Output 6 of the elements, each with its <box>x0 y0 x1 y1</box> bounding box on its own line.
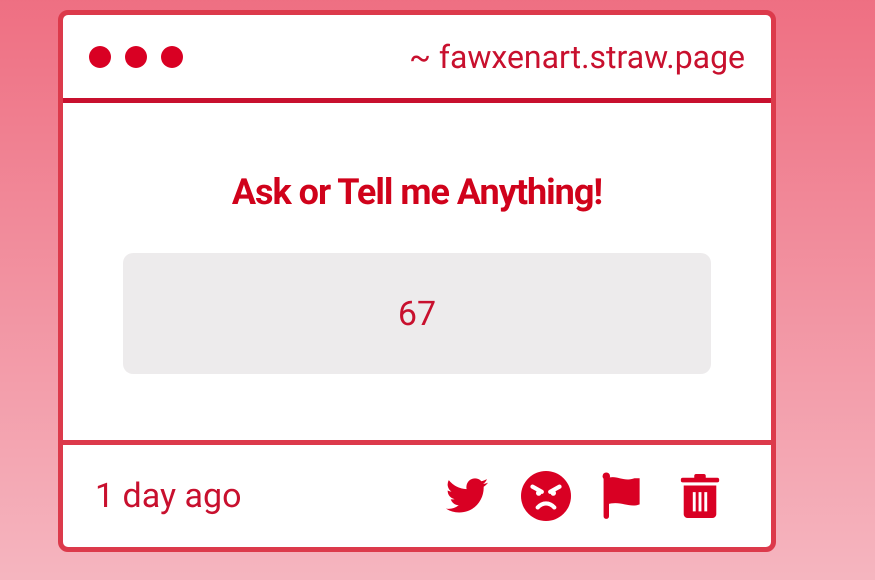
timestamp: 1 day ago <box>95 476 242 516</box>
site-url: ~ fawxenart.straw.page <box>409 38 745 76</box>
prompt-title: Ask or Tell me Anything! <box>232 171 602 213</box>
angry-face-icon[interactable] <box>521 471 571 521</box>
message-text: 67 <box>398 294 436 334</box>
window-dots-icon <box>88 44 184 68</box>
